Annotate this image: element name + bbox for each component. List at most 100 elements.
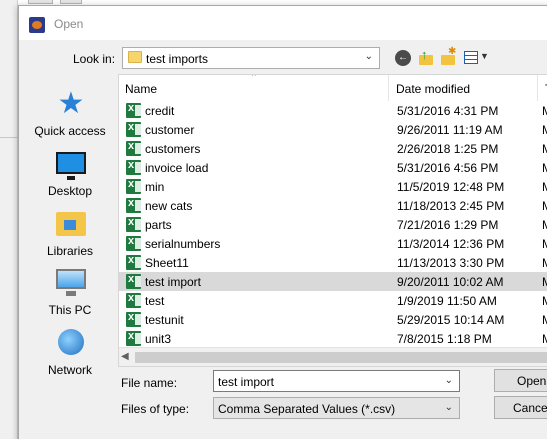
- file-date: 2/26/2018 1:25 PM: [397, 142, 499, 156]
- excel-file-icon: [126, 273, 141, 289]
- place-desktop[interactable]: Desktop: [27, 142, 113, 198]
- up-one-level-icon[interactable]: ↑: [418, 47, 434, 66]
- file-date: 7/21/2016 1:29 PM: [397, 218, 499, 232]
- file-name: credit: [145, 104, 175, 118]
- view-menu-icon[interactable]: ▼: [464, 50, 490, 66]
- file-date: 11/18/2013 2:45 PM: [397, 199, 505, 213]
- file-name-value: test import: [218, 375, 275, 389]
- excel-file-icon: [126, 254, 141, 270]
- place-label: Libraries: [46, 244, 94, 258]
- open-button[interactable]: Open: [494, 369, 547, 392]
- place-quick-access[interactable]: ★ Quick access: [27, 82, 113, 139]
- file-row[interactable]: invoice load 5/31/2016 4:56 PM M: [119, 158, 547, 177]
- file-date: 9/26/2011 11:19 AM: [397, 123, 503, 137]
- file-type-dropdown[interactable]: Comma Separated Values (*.csv) ⌄: [213, 397, 460, 419]
- file-row[interactable]: customer 9/26/2011 11:19 AM M: [119, 120, 547, 139]
- excel-file-icon: [126, 330, 141, 346]
- file-row-selected[interactable]: test import 9/20/2011 10:02 AM M: [119, 272, 547, 291]
- file-type: M: [542, 161, 547, 175]
- file-date: 5/29/2015 10:14 AM: [397, 313, 505, 327]
- file-date: 7/8/2015 1:18 PM: [397, 332, 492, 346]
- file-date: 5/31/2016 4:31 PM: [397, 104, 499, 118]
- file-date: 11/5/2019 12:48 PM: [397, 180, 505, 194]
- file-date: 11/13/2013 3:30 PM: [397, 256, 505, 270]
- file-name-input[interactable]: test import ⌄: [213, 370, 460, 392]
- column-header-date[interactable]: Date modified: [390, 75, 538, 101]
- file-row[interactable]: testunit 5/29/2015 10:14 AM M: [119, 310, 547, 329]
- computer-icon: [56, 269, 86, 296]
- look-in-value: test imports: [146, 52, 209, 66]
- horizontal-scrollbar[interactable]: ◀: [119, 347, 547, 366]
- place-libraries[interactable]: Libraries: [27, 202, 113, 258]
- sort-ascending-icon: ⌃: [250, 74, 258, 82]
- file-type: M: [542, 142, 547, 156]
- file-date: 9/20/2011 10:02 AM: [397, 275, 504, 289]
- file-row[interactable]: customers 2/26/2018 1:25 PM M: [119, 139, 547, 158]
- open-dialog: Open Look in: test imports ⌄ ← ↑ ✱ ▼ ★ Q…: [18, 5, 547, 439]
- scrollbar-thumb[interactable]: [135, 352, 547, 363]
- chevron-down-icon[interactable]: ⌄: [445, 375, 453, 386]
- file-date: 5/31/2016 4:56 PM: [397, 161, 499, 175]
- file-name: unit3: [145, 332, 172, 346]
- file-name: serialnumbers: [145, 237, 221, 251]
- file-type: M: [542, 123, 547, 137]
- places-bar: ★ Quick access Desktop Libraries This PC…: [27, 74, 117, 384]
- excel-file-icon: [126, 292, 141, 308]
- look-in-label: Look in:: [73, 52, 116, 66]
- excel-file-icon: [126, 159, 141, 175]
- column-header-type[interactable]: Ty: [539, 75, 547, 101]
- place-network[interactable]: Network: [27, 321, 113, 377]
- excel-file-icon: [126, 216, 141, 232]
- new-folder-icon[interactable]: ✱: [440, 46, 456, 66]
- file-name: customers: [145, 142, 201, 156]
- file-row[interactable]: new cats 11/18/2013 2:45 PM M: [119, 196, 547, 215]
- file-date: 11/3/2014 12:36 PM: [397, 237, 505, 251]
- file-name: testunit: [145, 313, 184, 327]
- column-header-name[interactable]: ⌃ Name: [119, 75, 389, 101]
- file-name: invoice load: [145, 161, 209, 175]
- chevron-down-icon: ⌄: [444, 402, 453, 413]
- cancel-button[interactable]: Cance: [494, 396, 547, 419]
- file-name: test: [145, 294, 165, 308]
- file-row[interactable]: unit3 7/8/2015 1:18 PM M: [119, 329, 547, 348]
- file-name: new cats: [145, 199, 193, 213]
- file-type: M: [542, 313, 547, 327]
- network-icon: [58, 329, 84, 355]
- title-bar[interactable]: Open: [19, 6, 547, 40]
- place-label: Network: [47, 363, 92, 377]
- background-button: [28, 0, 53, 4]
- file-type: M: [542, 237, 547, 251]
- scroll-left-arrow-icon[interactable]: ◀: [121, 351, 129, 362]
- file-row[interactable]: parts 7/21/2016 1:29 PM M: [119, 215, 547, 234]
- file-row[interactable]: Sheet11 11/13/2013 3:30 PM M: [119, 253, 547, 272]
- file-list[interactable]: ⌃ Name Date modified Ty credit 5/31/2016…: [118, 74, 547, 367]
- file-name: min: [145, 180, 165, 194]
- background-divider: [0, 137, 18, 138]
- file-name: Sheet11: [145, 256, 189, 270]
- file-type: M: [542, 275, 547, 289]
- folder-icon: [128, 51, 142, 63]
- excel-file-icon: [126, 102, 141, 118]
- place-this-pc[interactable]: This PC: [27, 261, 113, 317]
- file-type-value: Comma Separated Values (*.csv): [218, 402, 396, 416]
- file-date: 1/9/2019 11:50 AM: [397, 294, 497, 308]
- file-row[interactable]: credit 5/31/2016 4:31 PM M: [119, 101, 547, 120]
- file-type-label: Files of type:: [121, 402, 190, 416]
- back-arrow-icon[interactable]: ←: [395, 50, 411, 66]
- excel-file-icon: [126, 140, 141, 156]
- desktop-icon: [56, 152, 86, 180]
- file-type: M: [542, 294, 547, 308]
- excel-file-icon: [126, 311, 141, 327]
- file-type: M: [542, 218, 547, 232]
- file-type: M: [542, 199, 547, 213]
- place-label: This PC: [48, 303, 92, 317]
- place-label: Desktop: [47, 184, 93, 198]
- look-in-dropdown[interactable]: test imports ⌄: [122, 47, 380, 69]
- dialog-title: Open: [54, 17, 84, 31]
- app-logo-icon: [29, 17, 45, 33]
- file-row[interactable]: test 1/9/2019 11:50 AM M: [119, 291, 547, 310]
- background-window-strip: [0, 0, 18, 439]
- file-row[interactable]: serialnumbers 11/3/2014 12:36 PM M: [119, 234, 547, 253]
- file-row[interactable]: min 11/5/2019 12:48 PM M: [119, 177, 547, 196]
- chevron-down-icon: ⌄: [364, 51, 373, 62]
